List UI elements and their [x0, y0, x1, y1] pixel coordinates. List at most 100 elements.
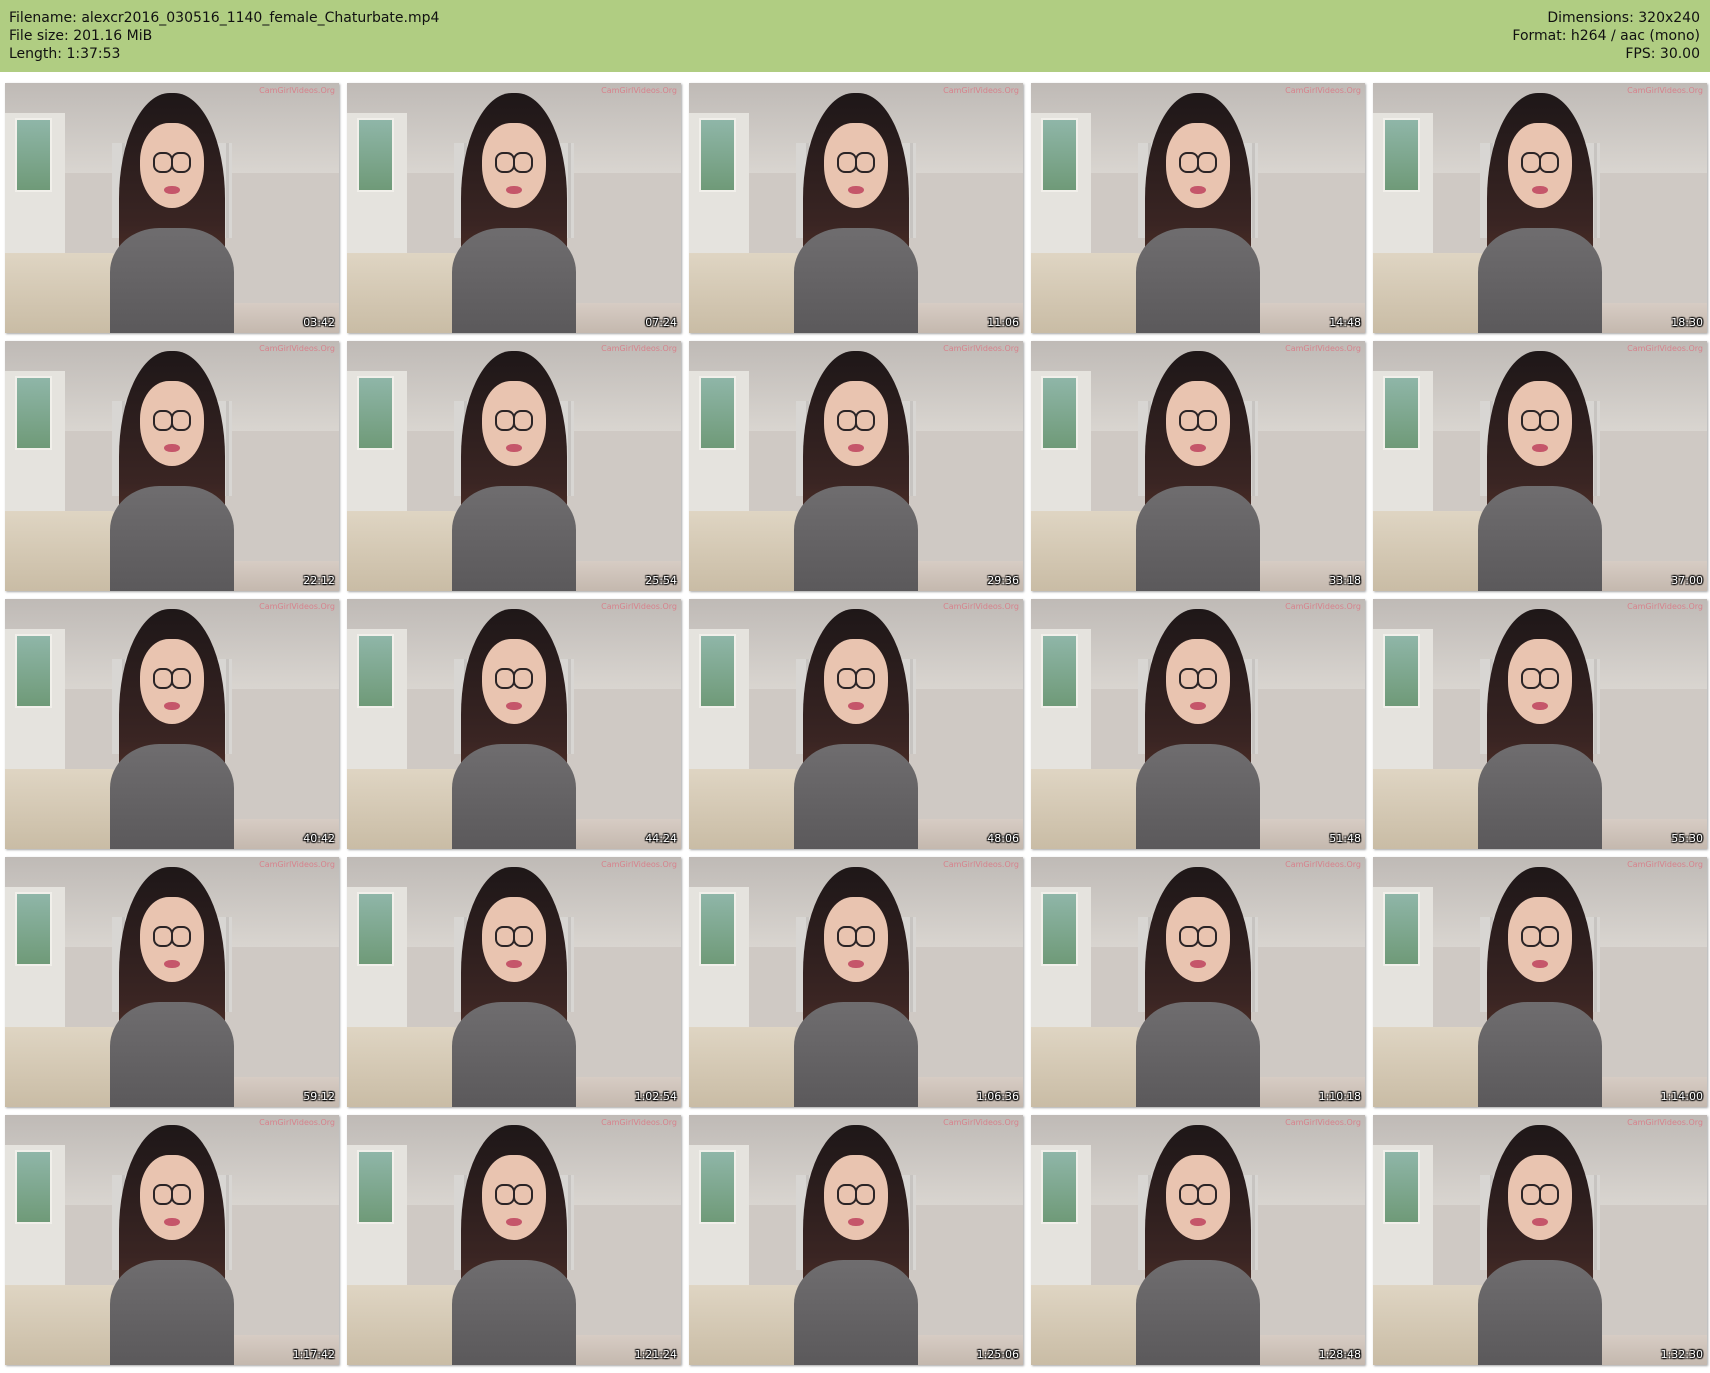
face	[823, 1155, 889, 1240]
thumbnail-frame: CamGirlVideos.Org 1:17:42	[5, 1115, 339, 1365]
thumbnail-timestamp: 33:18	[1329, 574, 1361, 587]
grey-top	[1136, 744, 1260, 849]
thumbnail-timestamp: 1:28:48	[1318, 1348, 1361, 1361]
thumbnail-frame: CamGirlVideos.Org 1:14:00	[1373, 857, 1707, 1107]
lips	[506, 185, 522, 195]
watermark: CamGirlVideos.Org	[943, 602, 1019, 611]
filesize-label: File size:	[9, 28, 69, 44]
grey-top	[1136, 1002, 1260, 1107]
watermark: CamGirlVideos.Org	[601, 344, 677, 353]
wall-painting	[1383, 376, 1421, 450]
thumbnail-frame: CamGirlVideos.Org 11:06	[689, 83, 1023, 333]
wall-painting	[15, 118, 53, 192]
watermark: CamGirlVideos.Org	[1627, 86, 1703, 95]
thumbnail-timestamp: 03:42	[303, 316, 335, 329]
face	[481, 123, 547, 208]
dimensions-value: 320x240	[1638, 10, 1700, 26]
wall-painting	[357, 1150, 395, 1224]
person-figure	[783, 88, 930, 333]
grey-top	[452, 486, 576, 591]
thumbnail-timestamp: 51:48	[1329, 832, 1361, 845]
thumbnail-frame: CamGirlVideos.Org 44:24	[347, 599, 681, 849]
face	[823, 639, 889, 724]
thumbnail-frame: CamGirlVideos.Org 33:18	[1031, 341, 1365, 591]
thumbnail-timestamp: 37:00	[1671, 574, 1703, 587]
glasses-icon	[494, 667, 534, 689]
lips	[506, 701, 522, 711]
thumbnail-frame: CamGirlVideos.Org 1:28:48	[1031, 1115, 1365, 1365]
watermark: CamGirlVideos.Org	[1285, 860, 1361, 869]
thumbnail-frame: CamGirlVideos.Org 1:02:54	[347, 857, 681, 1107]
lips	[506, 443, 522, 453]
thumbnail-timestamp: 55:30	[1671, 832, 1703, 845]
thumbnail-timestamp: 1:17:42	[292, 1348, 335, 1361]
grey-top	[452, 1002, 576, 1107]
watermark: CamGirlVideos.Org	[601, 602, 677, 611]
lips	[164, 185, 180, 195]
thumbnail-timestamp: 1:06:36	[976, 1090, 1019, 1103]
watermark: CamGirlVideos.Org	[259, 1118, 335, 1127]
glasses-icon	[152, 409, 192, 431]
glasses-icon	[494, 409, 534, 431]
thumbnail-frame: CamGirlVideos.Org 1:06:36	[689, 857, 1023, 1107]
wall-painting	[1383, 634, 1421, 708]
lips	[1190, 701, 1206, 711]
glasses-icon	[836, 409, 876, 431]
lips	[506, 1217, 522, 1227]
grey-top	[794, 1002, 918, 1107]
watermark: CamGirlVideos.Org	[943, 86, 1019, 95]
person-figure	[783, 862, 930, 1107]
thumbnail-frame: CamGirlVideos.Org 59:12	[5, 857, 339, 1107]
wall-painting	[15, 892, 53, 966]
thumbnail-timestamp: 1:10:18	[1318, 1090, 1361, 1103]
thumbnail-timestamp: 22:12	[303, 574, 335, 587]
face	[1507, 897, 1573, 982]
wall-painting	[699, 892, 737, 966]
thumbnail-timestamp: 14:48	[1329, 316, 1361, 329]
watermark: CamGirlVideos.Org	[1627, 344, 1703, 353]
grey-top	[110, 228, 234, 333]
lips	[1190, 959, 1206, 969]
face	[481, 897, 547, 982]
wall-painting	[1041, 634, 1079, 708]
person-figure	[441, 346, 588, 591]
watermark: CamGirlVideos.Org	[1627, 602, 1703, 611]
lips	[164, 701, 180, 711]
lips	[1190, 443, 1206, 453]
lips	[1532, 1217, 1548, 1227]
face	[1507, 123, 1573, 208]
fps-line: FPS: 30.00	[1512, 45, 1700, 63]
lips	[1532, 443, 1548, 453]
person-figure	[1125, 862, 1272, 1107]
grey-top	[1136, 486, 1260, 591]
wall-painting	[357, 892, 395, 966]
thumbnail-frame: CamGirlVideos.Org 18:30	[1373, 83, 1707, 333]
face	[481, 1155, 547, 1240]
lips	[1532, 959, 1548, 969]
watermark: CamGirlVideos.Org	[1627, 860, 1703, 869]
watermark: CamGirlVideos.Org	[601, 860, 677, 869]
lips	[1532, 185, 1548, 195]
grey-top	[110, 486, 234, 591]
person-figure	[441, 604, 588, 849]
thumbnail-frame: CamGirlVideos.Org 37:00	[1373, 341, 1707, 591]
glasses-icon	[836, 151, 876, 173]
face	[139, 1155, 205, 1240]
lips	[164, 1217, 180, 1227]
person-figure	[99, 862, 246, 1107]
filename-line: Filename: alexcr2016_030516_1140_female_…	[9, 9, 439, 27]
lips	[164, 959, 180, 969]
grey-top	[110, 744, 234, 849]
glasses-icon	[152, 1183, 192, 1205]
grey-top	[794, 486, 918, 591]
wall-painting	[357, 634, 395, 708]
glasses-icon	[494, 925, 534, 947]
filesize-value: 201.16 MiB	[73, 28, 153, 44]
face	[139, 897, 205, 982]
lips	[848, 1217, 864, 1227]
thumbnail-frame: CamGirlVideos.Org 22:12	[5, 341, 339, 591]
thumbnail-frame: CamGirlVideos.Org 48:06	[689, 599, 1023, 849]
thumbnail-frame: CamGirlVideos.Org 14:48	[1031, 83, 1365, 333]
glasses-icon	[1178, 667, 1218, 689]
glasses-icon	[836, 925, 876, 947]
